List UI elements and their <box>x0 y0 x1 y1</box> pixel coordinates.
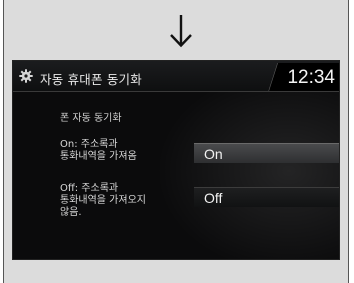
on-option-description: On: 주소록과 통화내역을 가져옴 <box>60 139 137 163</box>
off-description-line: 통화내역을 가져오지 <box>60 195 146 206</box>
off-option-description: Off: 주소록과 통화내역을 가져오지 않음. <box>60 183 146 219</box>
clock: 12:34 <box>287 67 335 88</box>
on-description-line: On: 주소록과 <box>60 139 118 150</box>
illustration-frame: 자동 휴대폰 동기화 12:34 폰 자동 동기화 On: 주소록과 통화내역을… <box>3 0 349 283</box>
section-subtitle: 폰 자동 동기화 <box>60 113 122 124</box>
off-button[interactable]: Off <box>194 187 339 207</box>
off-description-line: Off: 주소록과 <box>60 183 119 194</box>
screen-header: 자동 휴대폰 동기화 12:34 <box>13 61 339 92</box>
head-unit-screen: 자동 휴대폰 동기화 12:34 폰 자동 동기화 On: 주소록과 통화내역을… <box>13 61 339 259</box>
gear-icon <box>19 69 33 83</box>
off-description-line: 않음. <box>60 207 82 218</box>
down-arrow-icon <box>170 15 192 48</box>
clock-tab: 12:34 <box>269 63 339 91</box>
on-description-line: 통화내역을 가져옴 <box>60 151 137 162</box>
on-button[interactable]: On <box>194 143 339 163</box>
screen-title: 자동 휴대폰 동기화 <box>40 72 142 87</box>
